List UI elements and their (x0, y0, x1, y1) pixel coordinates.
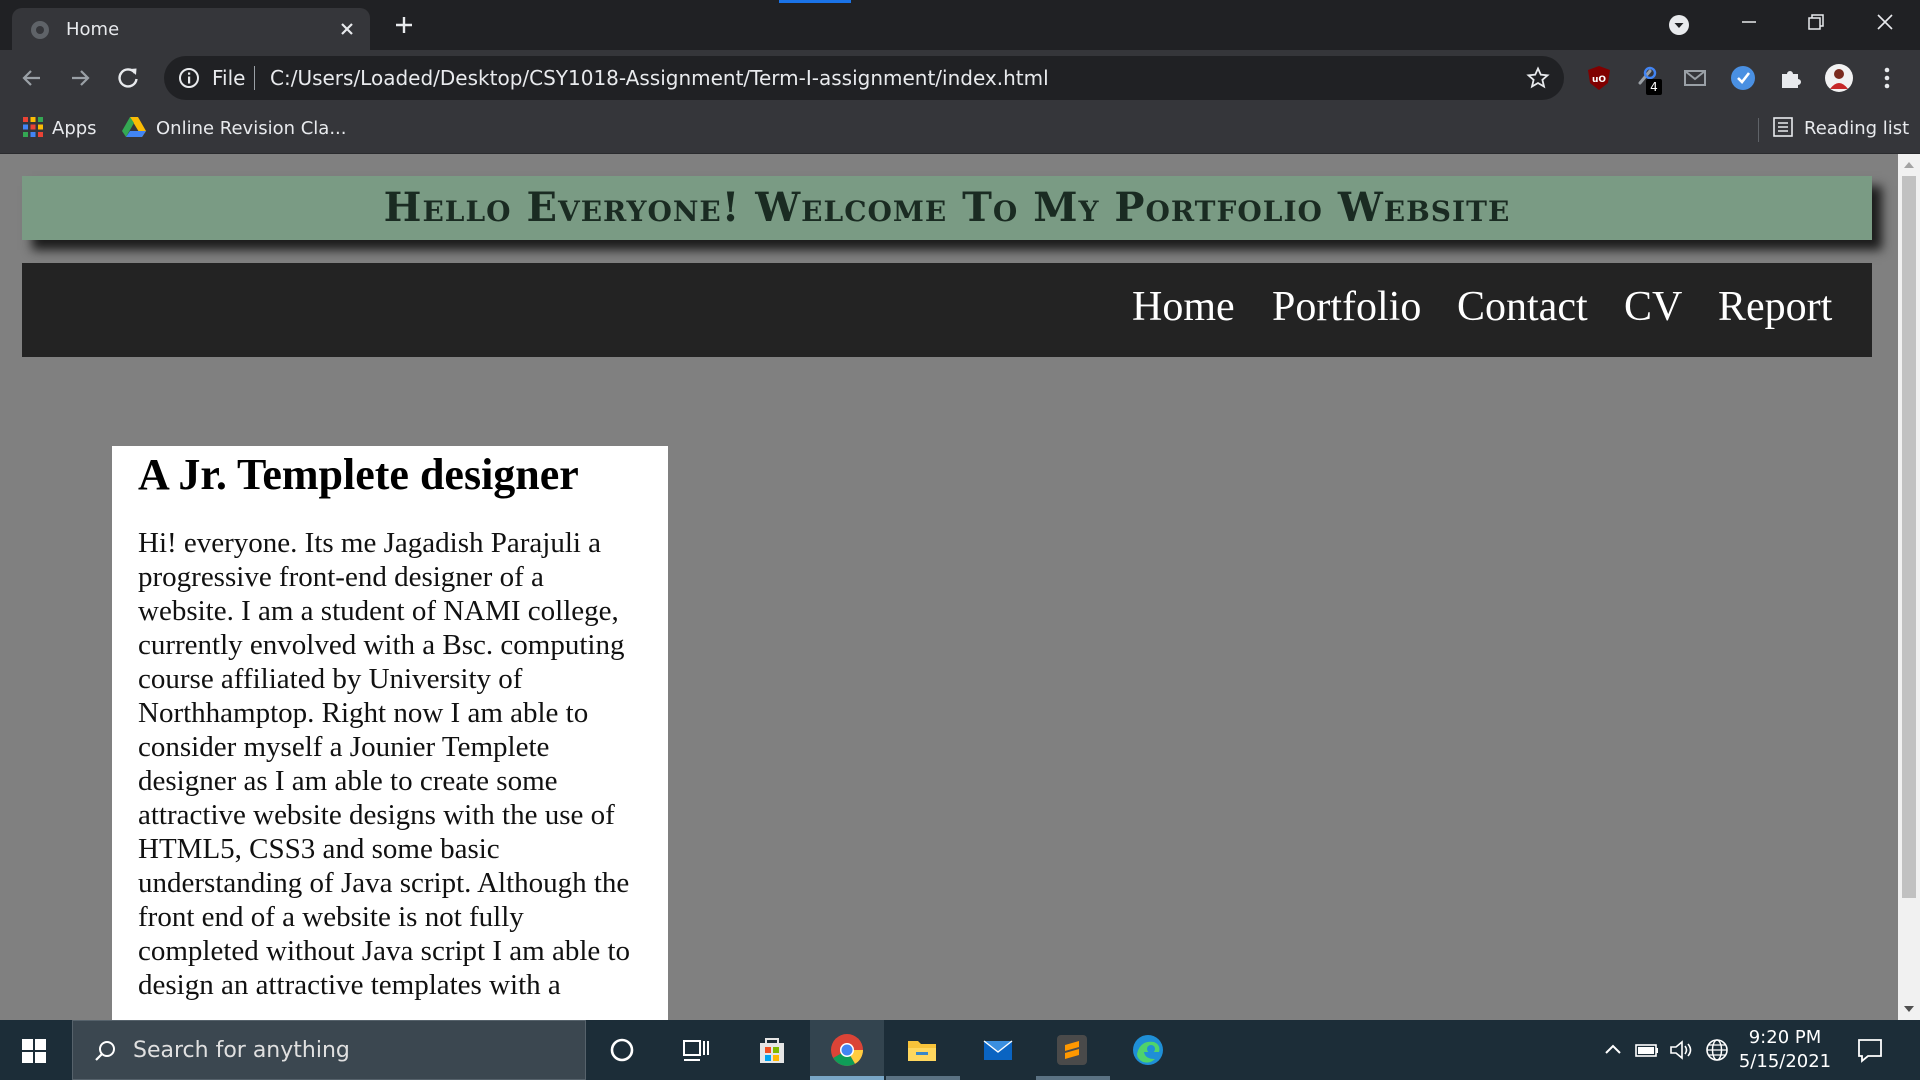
store-icon[interactable] (754, 1032, 790, 1068)
browser-menu-icon[interactable] (1872, 63, 1902, 93)
site-info-icon[interactable] (178, 67, 200, 89)
bookmarks-bar: Apps Online Revision Cla... Reading list (0, 106, 1920, 154)
bookmark-star-icon[interactable] (1526, 66, 1550, 90)
bookmark-online-revision[interactable]: Online Revision Cla... (122, 115, 347, 143)
cortana-icon[interactable] (604, 1032, 640, 1068)
task-view-icon[interactable] (678, 1032, 714, 1068)
bookmarks-divider (1758, 118, 1759, 142)
clock-date: 5/15/2021 (1738, 1051, 1832, 1072)
windows-taskbar: Search for anything 9:20 PM 5/15/2021 (0, 1020, 1920, 1080)
svg-text:uO: uO (1592, 75, 1606, 85)
windows-start-icon[interactable] (22, 1039, 46, 1063)
clock-time: 9:20 PM (1748, 1027, 1822, 1048)
taskbar-search-placeholder: Search for anything (133, 1038, 350, 1063)
address-scheme: File (212, 66, 246, 90)
intro-heading: A Jr. Templete designer (138, 450, 579, 499)
intro-paragraph: Hi! everyone. Its me Jagadish Parajuli a… (138, 527, 631, 1001)
browser-toolbar: File C:/Users/Loaded/Desktop/CSY1018-Ass… (0, 50, 1920, 106)
reading-list-button[interactable]: Reading list (1772, 115, 1909, 143)
nav-link-report[interactable]: Report (1718, 283, 1832, 331)
page-scrollbar[interactable] (1898, 154, 1920, 1020)
apps-grid-icon (23, 117, 43, 137)
mail-extension-icon[interactable] (1680, 63, 1710, 93)
close-window-icon[interactable] (1870, 10, 1900, 34)
file-explorer-icon[interactable] (904, 1032, 940, 1068)
site-nav: Home Portfolio Contact CV Report (22, 263, 1872, 357)
restore-icon[interactable] (1800, 10, 1830, 34)
taskbar-clock[interactable]: 9:20 PM 5/15/2021 (1720, 1026, 1850, 1074)
site-header-title: Hello Everyone! Welcome To My Portfolio … (383, 184, 1511, 231)
google-drive-icon (122, 117, 146, 137)
nav-link-portfolio[interactable]: Portfolio (1272, 283, 1421, 331)
nav-link-home[interactable]: Home (1132, 283, 1235, 331)
sublime-text-icon[interactable] (1054, 1032, 1090, 1068)
tab-loading-accent (779, 0, 851, 3)
close-tab-icon[interactable] (336, 18, 358, 40)
page-viewport: Hello Everyone! Welcome To My Portfolio … (0, 154, 1898, 1020)
link-extension-icon[interactable]: 4 (1632, 63, 1662, 95)
notification-center-icon[interactable] (1856, 1036, 1884, 1064)
bookmark-apps-label: Apps (52, 118, 97, 139)
explorer-running-indicator (886, 1076, 960, 1080)
reading-list-label: Reading list (1804, 118, 1910, 139)
address-divider (254, 66, 255, 90)
battery-icon[interactable] (1634, 1038, 1660, 1062)
address-bar[interactable]: File C:/Users/Loaded/Desktop/CSY1018-Ass… (164, 56, 1564, 100)
back-icon[interactable] (18, 64, 46, 92)
scrollbar-thumb[interactable] (1902, 176, 1916, 898)
sublime-running-indicator (1036, 1076, 1110, 1080)
scroll-up-icon[interactable] (1903, 160, 1915, 170)
tray-chevron-up-icon[interactable] (1600, 1038, 1626, 1062)
address-url[interactable]: C:/Users/Loaded/Desktop/CSY1018-Assignme… (270, 66, 1049, 90)
volume-icon[interactable] (1668, 1038, 1694, 1062)
profile-avatar-icon[interactable] (1824, 63, 1854, 93)
reading-list-icon (1773, 117, 1793, 137)
tab-search-icon[interactable] (1668, 14, 1690, 36)
reload-icon[interactable] (114, 64, 142, 92)
site-header-banner: Hello Everyone! Welcome To My Portfolio … (22, 176, 1872, 240)
extensions-puzzle-icon[interactable] (1776, 63, 1806, 93)
grammar-extension-icon[interactable] (1728, 63, 1758, 93)
minimize-icon[interactable] (1734, 10, 1764, 34)
new-tab-icon[interactable] (392, 13, 416, 37)
extension-badge: 4 (1646, 79, 1662, 95)
bookmark-apps[interactable]: Apps (22, 115, 97, 143)
search-icon (95, 1041, 115, 1061)
taskbar-search-box[interactable]: Search for anything (72, 1020, 586, 1080)
nav-link-contact[interactable]: Contact (1457, 283, 1588, 331)
chrome-active-indicator (810, 1076, 884, 1080)
tab-home[interactable]: Home (12, 8, 370, 50)
globe-icon (31, 21, 49, 39)
scroll-down-icon[interactable] (1903, 1004, 1915, 1014)
nav-link-cv[interactable]: CV (1624, 283, 1682, 331)
chrome-icon[interactable] (829, 1032, 865, 1068)
mail-icon[interactable] (980, 1032, 1016, 1068)
forward-icon[interactable] (66, 64, 94, 92)
intro-card: A Jr. Templete designer Hi! everyone. It… (112, 446, 668, 1020)
browser-tab-bar: Home (0, 0, 1920, 50)
bookmark-online-revision-label: Online Revision Cla... (156, 118, 347, 139)
tab-title: Home (66, 19, 120, 40)
edge-icon[interactable] (1130, 1032, 1166, 1068)
ublock-origin-icon[interactable]: uO (1584, 63, 1614, 93)
